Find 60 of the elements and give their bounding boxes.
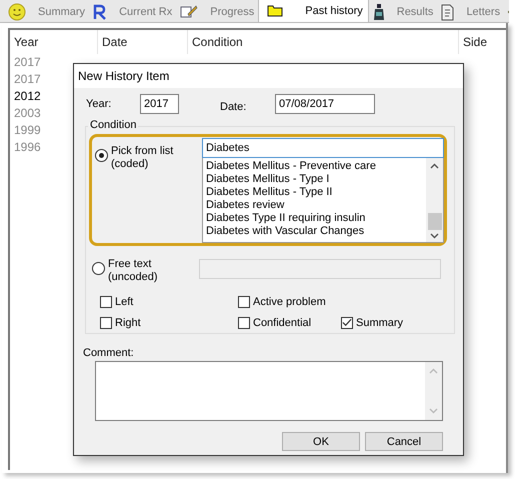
scroll-down-icon[interactable] [430,233,439,239]
search-field[interactable]: Diabetes [202,138,444,158]
field-label: Comment: [83,347,135,359]
table-cell-text: 1999 [13,123,41,137]
tab[interactable]: Results [368,2,438,22]
checkbox[interactable] [100,316,112,328]
cancel-button[interactable]: Cancel [365,432,443,451]
table-cell-text: 2012 [13,89,41,103]
ok-button[interactable]: OK [282,432,360,451]
checkbox-label: Right [115,316,141,328]
radio-button[interactable]: Pick from list (coded) [95,137,202,243]
table-cell-text: 1996 [13,140,41,154]
checkbox-label: Confidential [253,316,312,328]
scroll-down-icon [429,408,438,414]
folder-icon [267,4,284,17]
scrollbar[interactable] [426,158,443,242]
check-icon [342,318,352,327]
radio-label: Pick from list (coded) [111,145,174,171]
checkbox[interactable] [238,316,250,328]
scroll-up-icon [429,368,438,374]
document-icon [441,4,454,20]
list-item[interactable]: Diabetes Type II requiring insulin [206,212,426,225]
scroll-thumb[interactable] [428,213,442,230]
bottle-icon [372,3,385,21]
column-header[interactable]: Year [10,30,98,54]
radio-label: Free text (uncoded) [108,258,158,284]
tab[interactable]: Current Rx [89,2,176,22]
list-item[interactable]: Diabetes Mellitus - Preventive care [206,160,426,173]
list-item[interactable]: Diabetes Mellitus - Type I [206,172,426,186]
checkbox[interactable] [100,296,112,308]
list-item[interactable]: Diabetes with Vascular Changes [206,224,426,238]
checkbox[interactable] [341,316,353,328]
pen-icon [180,4,198,20]
field-label: Date: [220,101,248,113]
checkbox-label: Active problem [253,296,326,308]
dialog-title: New History Item [74,64,463,88]
tab[interactable]: Progress [176,2,258,22]
column-header[interactable]: Date [98,30,188,54]
list-item[interactable]: Diabetes Mellitus - Type II [206,186,426,199]
year-field[interactable]: 2017 [140,94,179,114]
date-field[interactable]: 07/08/2017 [275,94,375,114]
scroll-up-icon[interactable] [430,162,439,169]
field-label: Year: [86,98,112,110]
smiley-icon [8,3,26,21]
radio-circle[interactable] [95,149,108,162]
group-label: Condition [88,119,138,131]
column-header[interactable]: Condition [188,30,459,54]
checkbox-label: Left [115,296,134,308]
list-item[interactable]: Diabetes review [206,198,426,212]
tab[interactable]: Past history [258,0,369,22]
tab[interactable]: Summary [4,2,90,22]
table-cell-text: 2003 [13,106,41,120]
rx-icon [93,4,108,20]
column-header[interactable]: Side [459,30,488,54]
checkbox-label: Summary [356,316,404,328]
checkbox[interactable] [238,296,250,308]
tab[interactable]: Letters [437,2,504,22]
table-cell-text: 2017 [13,72,41,86]
table-cell-text: 2017 [13,55,41,69]
comment-field[interactable] [95,361,443,421]
